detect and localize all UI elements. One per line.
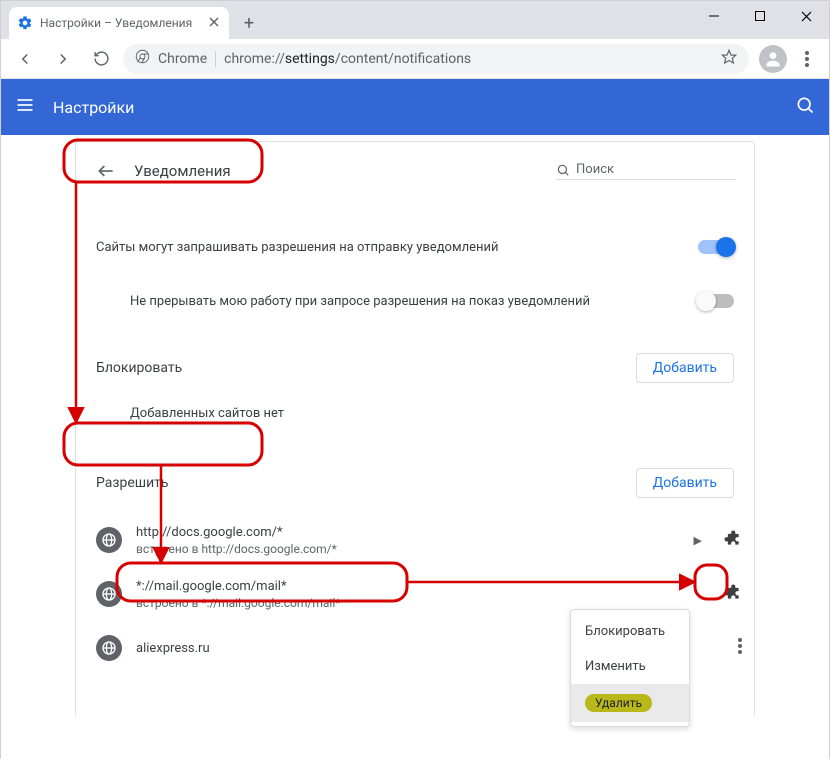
extension-icon bbox=[722, 582, 742, 606]
browser-menu-button[interactable] bbox=[793, 43, 821, 75]
menu-remove-item[interactable]: Удалить bbox=[571, 684, 689, 722]
chrome-product-icon bbox=[135, 49, 150, 68]
profile-avatar[interactable] bbox=[759, 45, 787, 73]
block-add-button[interactable]: Добавить bbox=[636, 353, 734, 383]
tab-title: Настройки – Уведомления bbox=[40, 16, 192, 30]
search-icon[interactable] bbox=[795, 95, 815, 119]
page-title: Уведомления bbox=[134, 162, 231, 180]
ask-permission-toggle[interactable] bbox=[698, 240, 734, 254]
site-sublabel: встроено в *://mail.google.com/mail* bbox=[136, 596, 340, 610]
search-placeholder: Поиск bbox=[576, 162, 614, 177]
settings-scroll-area[interactable]: Уведомления Поиск Сайты могут запрашиват… bbox=[1, 135, 829, 760]
window-controls bbox=[691, 1, 829, 31]
quiet-mode-row: Не прерывать мою работу при запросе разр… bbox=[76, 274, 754, 328]
back-arrow-icon[interactable] bbox=[94, 159, 118, 183]
allow-section-label: Разрешить bbox=[96, 475, 169, 491]
allow-section-header: Разрешить Добавить bbox=[76, 453, 754, 513]
browser-toolbar: Chrome chrome://settings/content/notific… bbox=[1, 39, 829, 79]
menu-icon[interactable] bbox=[15, 95, 35, 119]
chevron-right-icon[interactable]: ▶ bbox=[694, 534, 702, 547]
back-button[interactable] bbox=[9, 43, 41, 75]
settings-search-input[interactable]: Поиск bbox=[556, 162, 736, 180]
settings-app-bar: Настройки bbox=[1, 79, 829, 135]
block-section-label: Блокировать bbox=[96, 360, 182, 376]
settings-icon bbox=[17, 15, 33, 31]
block-empty-state: Добавленных сайтов нет bbox=[76, 398, 754, 439]
globe-icon bbox=[96, 527, 122, 553]
globe-icon bbox=[96, 635, 122, 661]
site-domain: aliexpress.ru bbox=[136, 641, 210, 656]
allow-add-button[interactable]: Добавить bbox=[636, 468, 734, 498]
quiet-mode-label: Не прерывать мою работу при запросе разр… bbox=[130, 294, 590, 309]
window-titlebar: Настройки – Уведомления + bbox=[1, 1, 829, 39]
ask-permission-row: Сайты могут запрашивать разрешения на от… bbox=[76, 220, 754, 274]
omnibox-label: Chrome bbox=[158, 51, 207, 67]
browser-tab[interactable]: Настройки – Уведомления bbox=[9, 7, 229, 39]
forward-button[interactable] bbox=[47, 43, 79, 75]
minimize-button[interactable] bbox=[691, 1, 737, 31]
new-tab-button[interactable]: + bbox=[235, 9, 263, 37]
reload-button[interactable] bbox=[85, 43, 117, 75]
bookmark-star-icon[interactable] bbox=[721, 49, 737, 69]
tab-strip: Настройки – Уведомления + bbox=[9, 1, 263, 39]
site-context-menu: Блокировать Изменить Удалить bbox=[570, 609, 690, 727]
site-domain: http://docs.google.com/* bbox=[136, 525, 337, 540]
quiet-mode-toggle[interactable] bbox=[698, 294, 734, 308]
omnibox-url: chrome://settings/content/notifications bbox=[224, 51, 471, 67]
extension-icon bbox=[722, 528, 742, 552]
menu-block-item[interactable]: Блокировать bbox=[571, 614, 689, 649]
maximize-button[interactable] bbox=[737, 1, 783, 31]
close-window-button[interactable] bbox=[783, 1, 829, 31]
allow-site-row: http://docs.google.com/* встроено в http… bbox=[76, 513, 754, 567]
close-tab-icon[interactable] bbox=[209, 16, 219, 30]
globe-icon bbox=[96, 581, 122, 607]
app-title: Настройки bbox=[53, 98, 134, 117]
more-menu-button[interactable] bbox=[738, 638, 742, 658]
block-section-header: Блокировать Добавить bbox=[76, 338, 754, 398]
menu-edit-item[interactable]: Изменить bbox=[571, 649, 689, 684]
site-sublabel: встроено в http://docs.google.com/* bbox=[136, 542, 337, 556]
panel-header: Уведомления Поиск bbox=[76, 142, 754, 200]
site-domain: *://mail.google.com/mail* bbox=[136, 579, 340, 594]
ask-permission-label: Сайты могут запрашивать разрешения на от… bbox=[96, 240, 499, 255]
address-bar[interactable]: Chrome chrome://settings/content/notific… bbox=[123, 44, 749, 74]
